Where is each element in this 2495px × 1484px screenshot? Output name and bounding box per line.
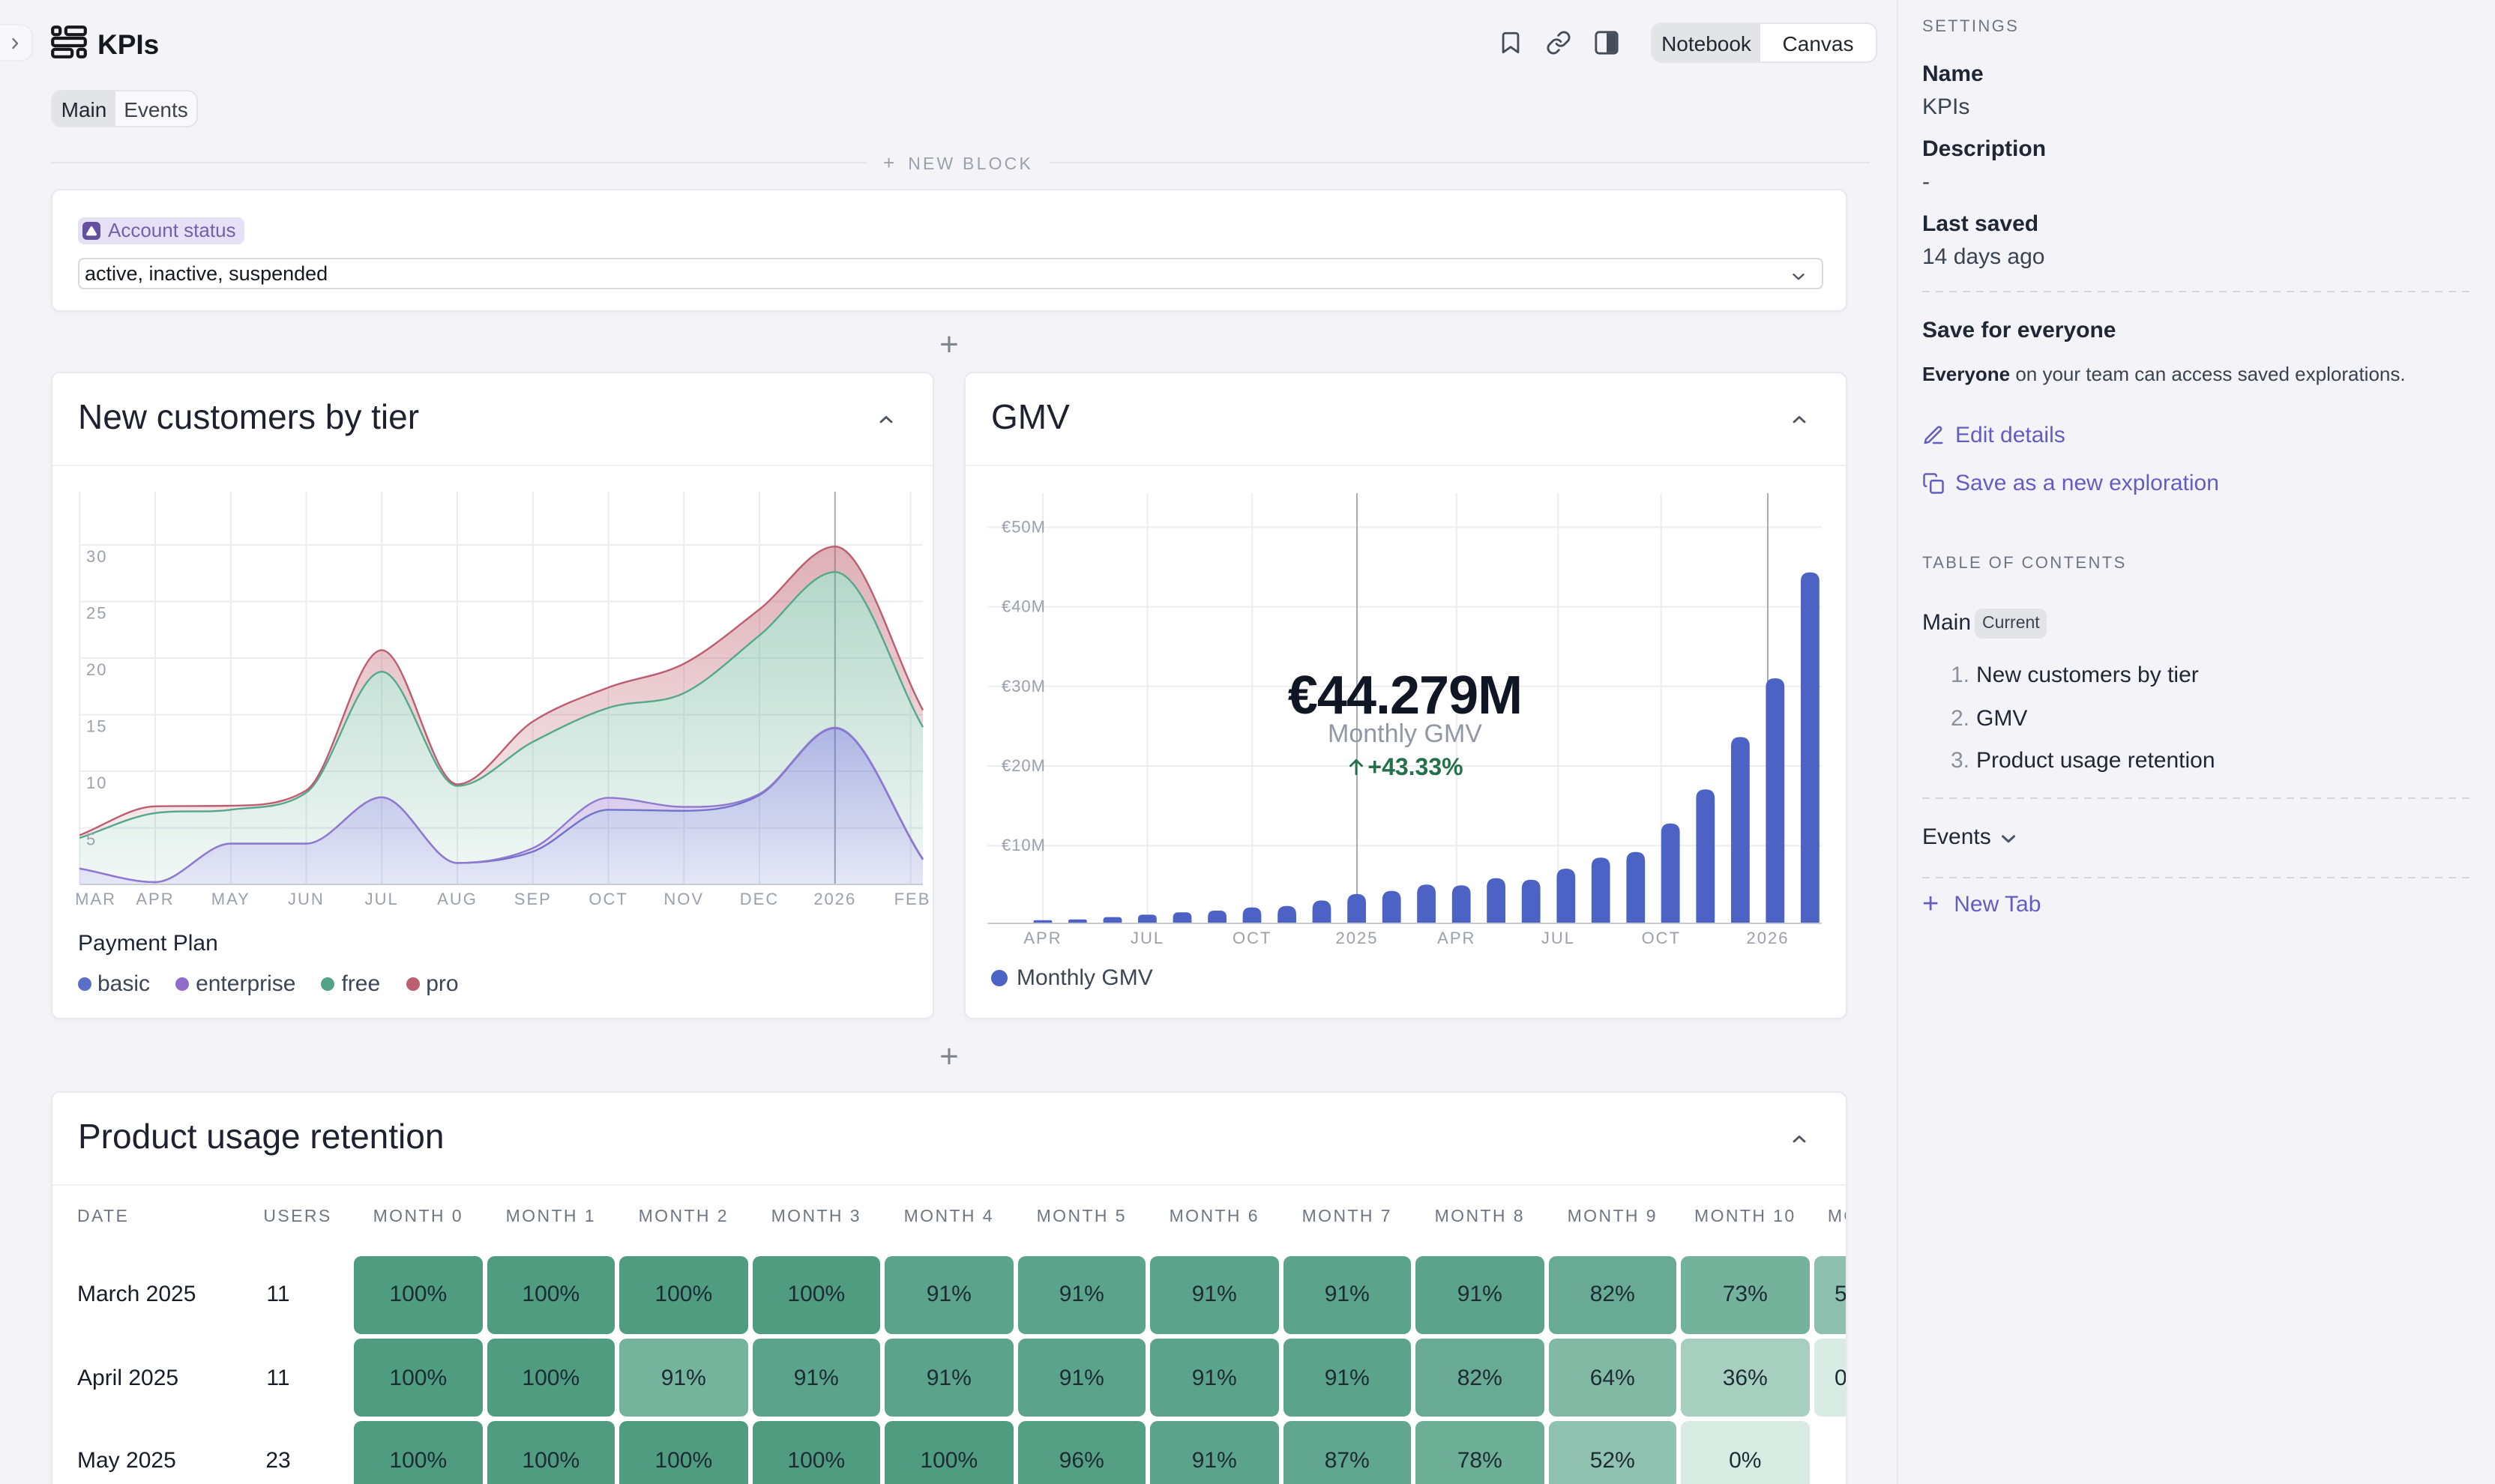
svg-text:APR: APR <box>135 890 173 908</box>
svg-text:NOV: NOV <box>663 890 703 908</box>
svg-text:30: 30 <box>85 547 106 566</box>
svg-text:€30M: €30M <box>1001 677 1045 696</box>
svg-text:2026: 2026 <box>1746 929 1789 947</box>
svg-text:20: 20 <box>85 660 106 679</box>
svg-text:25: 25 <box>85 604 106 623</box>
svg-text:€50M: €50M <box>1001 517 1045 536</box>
svg-text:JUL: JUL <box>1130 929 1164 947</box>
svg-text:FEB: FEB <box>894 890 930 908</box>
svg-text:OCT: OCT <box>588 890 627 908</box>
svg-text:€40M: €40M <box>1001 597 1045 616</box>
svg-text:2025: 2025 <box>1335 929 1378 947</box>
svg-text:MAY: MAY <box>211 890 250 908</box>
svg-text:OCT: OCT <box>1232 929 1271 947</box>
svg-text:APR: APR <box>1023 929 1061 947</box>
svg-text:5: 5 <box>85 830 96 849</box>
svg-text:AUG: AUG <box>436 890 477 908</box>
svg-text:JUL: JUL <box>1541 929 1574 947</box>
svg-text:APR: APR <box>1436 929 1475 947</box>
svg-text:€20M: €20M <box>1001 756 1045 775</box>
svg-text:€10M: €10M <box>1001 836 1045 854</box>
svg-text:DEC: DEC <box>739 890 778 908</box>
svg-text:15: 15 <box>85 717 106 736</box>
svg-text:10: 10 <box>85 773 106 792</box>
svg-text:2026: 2026 <box>813 890 855 908</box>
svg-text:MAR: MAR <box>74 890 115 908</box>
svg-text:JUN: JUN <box>287 890 324 908</box>
svg-text:SEP: SEP <box>514 890 551 908</box>
svg-text:JUL: JUL <box>364 890 398 908</box>
svg-text:OCT: OCT <box>1641 929 1680 947</box>
